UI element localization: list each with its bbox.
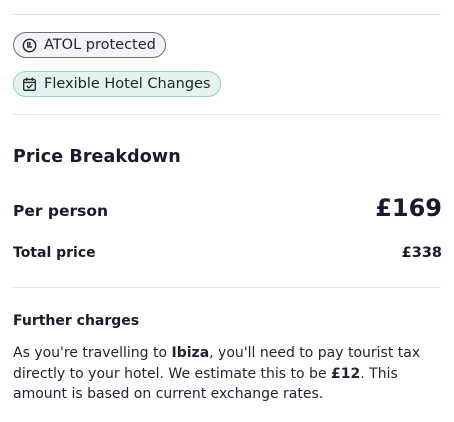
divider (13, 287, 441, 288)
tourist-tax-amount: £12 (331, 365, 361, 382)
atol-protected-badge: ATOL protected (13, 32, 166, 58)
price-breakdown-title: Price Breakdown (13, 147, 181, 167)
total-price-row: Total price £338 (13, 245, 442, 261)
per-person-label: Per person (13, 202, 109, 220)
price-summary-panel: ATOL protected Flexible Hotel Changes Pr… (0, 0, 454, 422)
further-charges-title: Further charges (13, 313, 140, 329)
destination-name: Ibiza (171, 345, 210, 361)
further-charges-text-part: As you're travelling to (13, 345, 172, 361)
per-person-price: £169 (375, 194, 442, 222)
divider (13, 114, 441, 115)
flexible-hotel-changes-badge: Flexible Hotel Changes (13, 71, 221, 97)
per-person-row: Per person £169 (13, 194, 442, 222)
atol-shield-icon (22, 38, 37, 53)
calendar-check-icon (22, 76, 37, 92)
total-price-label: Total price (13, 245, 96, 261)
atol-badge-label: ATOL protected (44, 37, 156, 53)
total-price-value: £338 (401, 245, 442, 261)
divider (13, 14, 441, 15)
flexible-badge-label: Flexible Hotel Changes (44, 76, 211, 92)
further-charges-text: As you're travelling to Ibiza, you'll ne… (13, 343, 445, 405)
